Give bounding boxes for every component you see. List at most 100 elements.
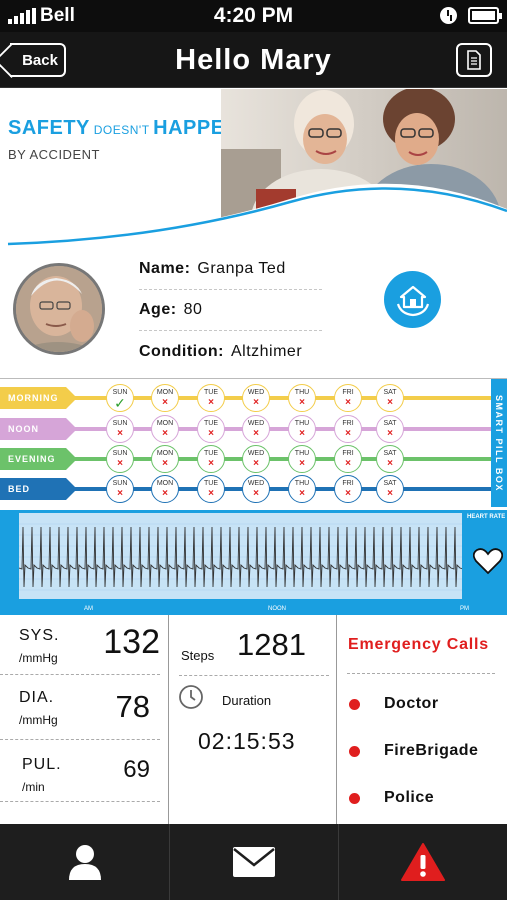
duration-label: Duration xyxy=(222,693,272,708)
call-doctor[interactable]: Doctor xyxy=(349,695,439,713)
emergency-column: Emergency Calls Doctor FireBrigade Polic… xyxy=(337,615,507,824)
pill-slot-wed[interactable]: WED × xyxy=(242,445,270,473)
document-icon xyxy=(467,50,481,70)
stats-panel: SYS. /mmHg 132 DIA. /mmHg 78 PUL. /min 6… xyxy=(0,615,507,824)
diastolic-stat: DIA. /mmHg 78 xyxy=(0,675,160,740)
tick-noon: NOON xyxy=(268,606,286,612)
pill-slot-tue[interactable]: TUE × xyxy=(197,445,225,473)
cross-icon: × xyxy=(162,428,168,439)
document-button[interactable] xyxy=(456,43,492,77)
home-care-icon xyxy=(396,285,429,316)
pill-slot-thu[interactable]: THU × xyxy=(288,445,316,473)
pill-slot-sun[interactable]: SUN × xyxy=(106,415,134,443)
cross-icon: × xyxy=(208,397,214,408)
pill-slot-fri[interactable]: FRI × xyxy=(334,415,362,443)
pill-row-evening: EVENING SUN × MON × TUE × WED × THU × FRI × SAT × xyxy=(0,444,491,474)
status-bar: Bell 4:20 PM xyxy=(0,0,507,32)
alert-dot-icon xyxy=(349,792,360,804)
pill-slot-mon[interactable]: MON × xyxy=(151,475,179,503)
pill-slot-wed[interactable]: WED × xyxy=(242,415,270,443)
patient-profile: Name: Granpa Ted Age: 80 Condition: Altzhim… xyxy=(0,249,507,375)
pill-slot-sat[interactable]: SAT × xyxy=(376,384,404,412)
pill-slot-fri[interactable]: FRI × xyxy=(334,445,362,473)
cross-icon: × xyxy=(117,458,123,469)
pulse-stat: PUL. /min 69 xyxy=(0,740,160,802)
cross-icon: × xyxy=(387,397,393,408)
call-police[interactable]: Police xyxy=(349,789,434,807)
pill-slot-thu[interactable]: THU × xyxy=(288,475,316,503)
pill-slot-thu[interactable]: THU × xyxy=(288,384,316,412)
cross-icon: × xyxy=(253,397,259,408)
pill-row-label: EVENING xyxy=(0,448,77,470)
pill-slot-fri[interactable]: FRI × xyxy=(334,384,362,412)
condition-row: Condition: Altzhimer xyxy=(139,342,303,360)
pill-row-morning: MORNING SUN ✓ MON × TUE × WED × THU × FRI × SAT × xyxy=(0,383,491,413)
tick-pm: PM xyxy=(460,606,469,612)
pill-slot-sat[interactable]: SAT × xyxy=(376,475,404,503)
home-care-button[interactable] xyxy=(384,271,441,328)
pill-slot-sat[interactable]: SAT × xyxy=(376,415,404,443)
user-icon xyxy=(68,845,101,880)
pill-slot-wed[interactable]: WED × xyxy=(242,475,270,503)
pill-slot-sun[interactable]: SUN × xyxy=(106,475,134,503)
tick-am: AM xyxy=(84,606,93,612)
cross-icon: × xyxy=(299,428,305,439)
smart-pill-box: MORNING SUN ✓ MON × TUE × WED × THU × FRI × SAT × NOON S… xyxy=(0,378,507,507)
heart-icon[interactable] xyxy=(473,547,503,575)
pill-row-label: MORNING xyxy=(0,387,77,409)
tab-alerts[interactable] xyxy=(338,824,507,900)
cross-icon: × xyxy=(117,428,123,439)
systolic-value: 132 xyxy=(103,623,160,661)
patient-age: 80 xyxy=(183,301,203,318)
clock-icon xyxy=(179,685,203,709)
avatar xyxy=(13,263,105,355)
cross-icon: × xyxy=(208,488,214,499)
emergency-title: Emergency Calls xyxy=(348,636,489,653)
tab-profile[interactable] xyxy=(0,824,169,900)
pill-slot-tue[interactable]: TUE × xyxy=(197,384,225,412)
banner-headline: SAFETY DOESN'T HAPPEN xyxy=(8,117,240,139)
cross-icon: × xyxy=(299,458,305,469)
pill-slot-wed[interactable]: WED × xyxy=(242,384,270,412)
pill-slot-sun[interactable]: SUN ✓ xyxy=(106,384,134,412)
pill-slot-tue[interactable]: TUE × xyxy=(197,415,225,443)
banner-wave xyxy=(0,183,507,249)
vitals-column: SYS. /mmHg 132 DIA. /mmHg 78 PUL. /min 6… xyxy=(0,615,169,824)
cross-icon: × xyxy=(299,488,305,499)
pill-box-label: SMART PILL BOX xyxy=(491,379,507,507)
cross-icon: × xyxy=(208,428,214,439)
mail-icon xyxy=(233,847,275,877)
warning-icon xyxy=(401,843,445,881)
status-time: 4:20 PM xyxy=(213,4,294,27)
call-firebrigade[interactable]: FireBrigade xyxy=(349,742,478,760)
tab-messages[interactable] xyxy=(169,824,338,900)
heart-rate-label: HEART RATE xyxy=(467,514,506,520)
cross-icon: × xyxy=(208,458,214,469)
pill-slot-mon[interactable]: MON × xyxy=(151,445,179,473)
pill-slot-mon[interactable]: MON × xyxy=(151,415,179,443)
check-icon: ✓ xyxy=(114,395,126,411)
pill-slot-thu[interactable]: THU × xyxy=(288,415,316,443)
pill-slot-fri[interactable]: FRI × xyxy=(334,475,362,503)
alarm-clock-icon xyxy=(440,7,457,24)
pill-slot-tue[interactable]: TUE × xyxy=(197,475,225,503)
cross-icon: × xyxy=(117,488,123,499)
battery-icon xyxy=(468,7,502,24)
tab-bar xyxy=(0,824,507,900)
pill-row-noon: NOON SUN × MON × TUE × WED × THU × FRI × SAT × xyxy=(0,414,491,444)
pill-slot-mon[interactable]: MON × xyxy=(151,384,179,412)
alert-dot-icon xyxy=(349,745,360,757)
banner: SAFETY DOESN'T HAPPEN BY ACCIDENT xyxy=(0,89,507,249)
cross-icon: × xyxy=(345,397,351,408)
diastolic-value: 78 xyxy=(115,689,150,724)
pill-slot-sat[interactable]: SAT × xyxy=(376,445,404,473)
cross-icon: × xyxy=(387,428,393,439)
cross-icon: × xyxy=(387,488,393,499)
cross-icon: × xyxy=(253,458,259,469)
cross-icon: × xyxy=(253,428,259,439)
pill-row-label: NOON xyxy=(0,418,77,440)
pill-slot-sun[interactable]: SUN × xyxy=(106,445,134,473)
cross-icon: × xyxy=(345,488,351,499)
cross-icon: × xyxy=(387,458,393,469)
pulse-value: 69 xyxy=(123,756,150,783)
